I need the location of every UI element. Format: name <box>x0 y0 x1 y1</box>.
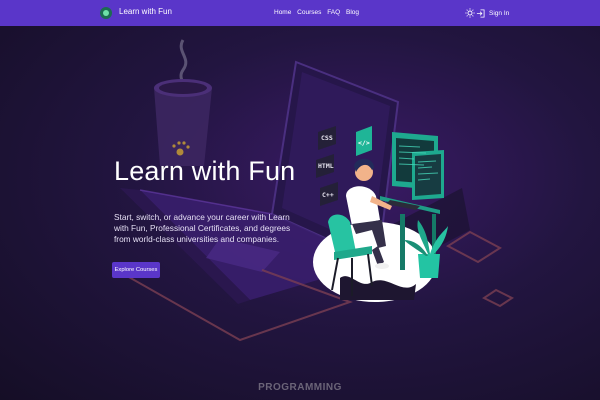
sun-icon[interactable] <box>465 8 475 18</box>
nav-link-faq[interactable]: FAQ <box>327 9 340 16</box>
brand-name[interactable]: Learn with Fun <box>119 7 172 16</box>
hero-description: Start, switch, or advance your career wi… <box>114 212 291 244</box>
nav-links: Home Courses FAQ Blog <box>274 9 363 16</box>
hero-section: CSS HTML C++ </> Learn with Fun Start, s… <box>0 26 600 400</box>
navbar: Learn with Fun Home Courses FAQ Blog Sig… <box>0 0 600 26</box>
nav-link-home[interactable]: Home <box>274 9 291 16</box>
tag-css: CSS <box>321 134 333 142</box>
sign-in-icon <box>476 8 485 18</box>
nav-link-blog[interactable]: Blog <box>346 9 359 16</box>
coffee-cup-icon <box>154 39 212 166</box>
logo-icon[interactable] <box>100 7 112 19</box>
sign-in-label: Sign In <box>489 9 510 17</box>
explore-courses-button[interactable]: Explore Courses <box>112 262 160 278</box>
tag-html: HTML <box>318 162 334 170</box>
sign-in-button[interactable]: Sign In <box>476 7 509 19</box>
nav-link-courses[interactable]: Courses <box>297 9 321 16</box>
code-brackets-icon: </> <box>358 139 370 147</box>
section-label: PROGRAMMING <box>258 382 342 393</box>
tag-cpp: C++ <box>322 191 334 199</box>
hero-title: Learn with Fun <box>114 156 296 186</box>
